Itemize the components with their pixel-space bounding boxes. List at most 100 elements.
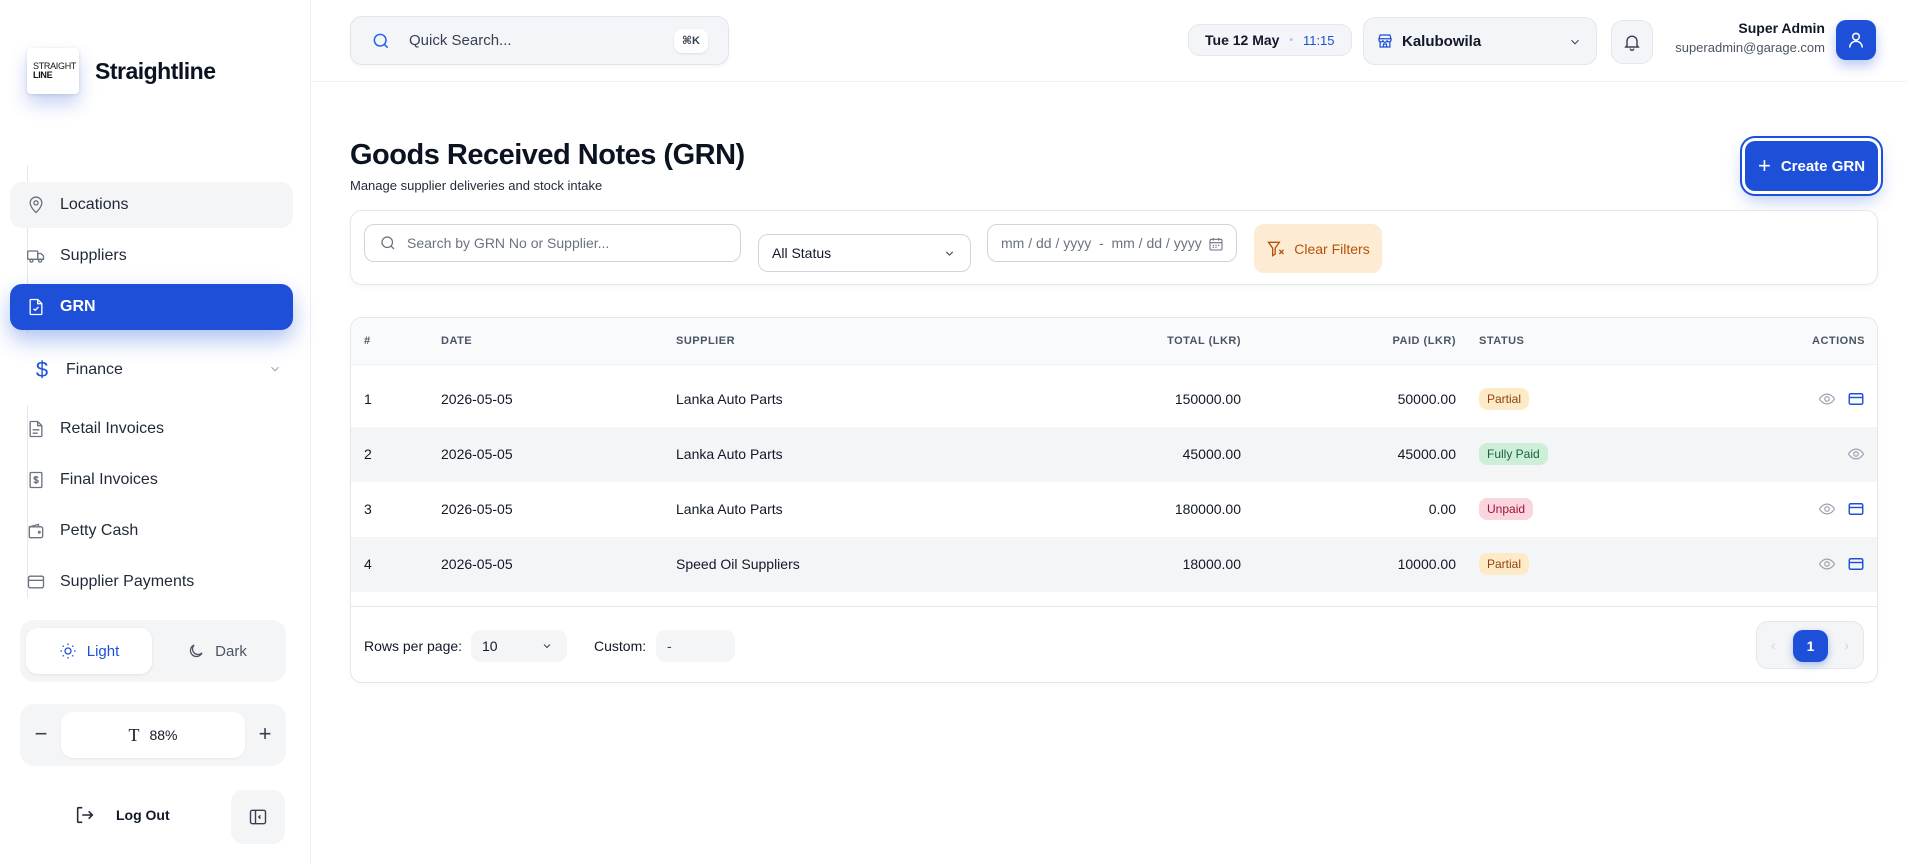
theme-dark-button[interactable]: Dark: [154, 628, 280, 674]
calendar-icon: [1209, 238, 1223, 251]
logo-text-bottom: LINE: [33, 70, 53, 80]
column-header-paid[interactable]: PAID (LKR): [1393, 335, 1456, 347]
cell-date: 2026-05-05: [441, 501, 513, 517]
theme-dark-label: Dark: [215, 642, 247, 660]
cell-num: 1: [364, 391, 372, 407]
date-time-display: Tue 12 May • 11:15: [1188, 24, 1352, 56]
search-icon: [373, 33, 389, 48]
current-date: Tue 12 May: [1205, 32, 1280, 48]
payment-card-icon[interactable]: [1847, 555, 1865, 573]
column-header-date: DATE: [441, 335, 473, 347]
status-badge: Partial: [1479, 388, 1530, 410]
sidebar-item-suppliers[interactable]: Suppliers: [10, 233, 293, 279]
table-row[interactable]: 1 2026-05-05 Lanka Auto Parts 150000.00 …: [351, 372, 1877, 427]
clear-filters-button[interactable]: Clear Filters: [1254, 224, 1382, 273]
wallet-icon: [28, 523, 44, 539]
table-row[interactable]: 2 2026-05-05 Lanka Auto Parts 45000.00 4…: [351, 427, 1877, 482]
chevron-down-icon: [1571, 39, 1579, 45]
collapse-sidebar-button[interactable]: [231, 790, 285, 844]
view-eye-icon[interactable]: [1847, 445, 1865, 463]
section-label: Finance: [66, 361, 123, 378]
file-text-icon: [29, 420, 43, 438]
sidebar-item-label: Locations: [60, 196, 129, 213]
view-eye-icon[interactable]: [1818, 390, 1836, 408]
user-info[interactable]: Super Admin superadmin@garage.com: [1675, 20, 1825, 55]
page-1-button[interactable]: 1: [1793, 630, 1828, 662]
rows-per-page-value: 10: [482, 638, 498, 654]
location-select[interactable]: Kalubowila: [1363, 17, 1597, 65]
quick-search-placeholder: Quick Search...: [409, 32, 512, 49]
filter-bar: Search by GRN No or Supplier... All Stat…: [350, 210, 1878, 285]
column-header-supplier[interactable]: SUPPLIER: [676, 335, 735, 347]
sidebar-section-finance[interactable]: $ Finance: [32, 356, 282, 384]
decrease-font-button[interactable]: −: [26, 720, 56, 750]
clear-filters-label: Clear Filters: [1294, 240, 1370, 257]
sidebar-item-label: GRN: [60, 298, 96, 315]
payment-card-icon[interactable]: [1847, 500, 1865, 518]
sidebar-item-retail-invoices[interactable]: Retail Invoices: [10, 406, 293, 452]
cell-supplier: Speed Oil Suppliers: [676, 556, 800, 572]
notifications-button[interactable]: [1611, 20, 1653, 64]
payment-card-icon[interactable]: [1847, 390, 1865, 408]
sidebar-item-petty-cash[interactable]: Petty Cash: [10, 508, 293, 554]
location-value: Kalubowila: [1402, 32, 1482, 50]
cell-supplier: Lanka Auto Parts: [676, 391, 783, 407]
view-eye-icon[interactable]: [1818, 500, 1836, 518]
map-pin-icon: [29, 196, 43, 214]
status-badge: Partial: [1479, 553, 1530, 575]
rows-per-page-select[interactable]: 10: [471, 630, 567, 662]
brand-logo: STRAIGHT LINE: [27, 48, 79, 94]
sidebar: STRAIGHT LINE Straightline Locations Sup…: [0, 0, 311, 865]
chevron-down-icon: [945, 251, 954, 256]
page-title: Goods Received Notes (GRN): [350, 139, 745, 171]
sidebar-item-grn[interactable]: GRN: [10, 284, 293, 330]
separator-dot: •: [1289, 34, 1293, 46]
cell-paid: 0.00: [1428, 501, 1456, 517]
sidebar-item-supplier-payments[interactable]: Supplier Payments: [10, 559, 293, 605]
cell-paid: 45000.00: [1397, 446, 1456, 462]
date-range-placeholder: mm / dd / yyyy - mm / dd / yyyy: [1001, 235, 1202, 251]
custom-rows-label: Custom:: [594, 638, 647, 654]
dollar-icon: $: [35, 357, 49, 382]
search-icon: [381, 236, 395, 250]
cell-total: 180000.00: [1174, 501, 1241, 517]
sidebar-item-label: Retail Invoices: [60, 420, 165, 437]
theme-switcher: Light Dark: [20, 620, 286, 682]
create-grn-button[interactable]: + Create GRN: [1745, 141, 1878, 191]
theme-light-button[interactable]: Light: [26, 628, 152, 674]
panel-left-icon: [249, 809, 267, 825]
status-filter-value: All Status: [772, 245, 832, 261]
next-page-button[interactable]: ›: [1844, 637, 1849, 653]
date-range-input[interactable]: mm / dd / yyyy - mm / dd / yyyy: [987, 224, 1237, 262]
table-row[interactable]: 3 2026-05-05 Lanka Auto Parts 180000.00 …: [351, 482, 1877, 537]
increase-font-button[interactable]: +: [250, 720, 280, 750]
status-badge: Unpaid: [1479, 498, 1534, 520]
table-row[interactable]: 4 2026-05-05 Speed Oil Suppliers 18000.0…: [351, 537, 1877, 592]
sidebar-item-locations[interactable]: Locations: [10, 182, 293, 228]
avatar[interactable]: [1836, 20, 1876, 60]
brand[interactable]: STRAIGHT LINE Straightline: [27, 48, 216, 94]
status-filter-select[interactable]: All Status: [758, 234, 971, 272]
cell-num: 4: [364, 556, 372, 572]
logout-button[interactable]: Log Out: [74, 804, 170, 826]
quick-search[interactable]: Quick Search... ⌘K: [350, 16, 729, 65]
column-header-total[interactable]: TOTAL (LKR): [1167, 335, 1241, 347]
cell-date: 2026-05-05: [441, 446, 513, 462]
logout-icon: [76, 806, 94, 824]
top-bar: Quick Search... ⌘K Tue 12 May • 11:15 Ka…: [311, 0, 1907, 82]
chevron-down-icon: [271, 366, 279, 372]
logout-label: Log Out: [116, 807, 170, 823]
cell-paid: 10000.00: [1397, 556, 1456, 572]
sidebar-item-label: Suppliers: [60, 247, 127, 264]
view-eye-icon[interactable]: [1818, 555, 1836, 573]
custom-rows-input[interactable]: -: [656, 630, 735, 662]
cell-num: 3: [364, 501, 372, 517]
sidebar-item-final-invoices[interactable]: Final Invoices: [10, 457, 293, 503]
page-subtitle: Manage supplier deliveries and stock int…: [350, 178, 603, 193]
grn-search-input[interactable]: Search by GRN No or Supplier...: [364, 224, 741, 262]
shortcut-badge: ⌘K: [673, 29, 708, 53]
text-size-icon: T: [128, 724, 140, 745]
prev-page-button[interactable]: ‹: [1771, 637, 1776, 653]
pagination-bar: Rows per page: 10 Custom: - ‹ 1 ›: [351, 606, 1877, 682]
cell-total: 150000.00: [1174, 391, 1241, 407]
